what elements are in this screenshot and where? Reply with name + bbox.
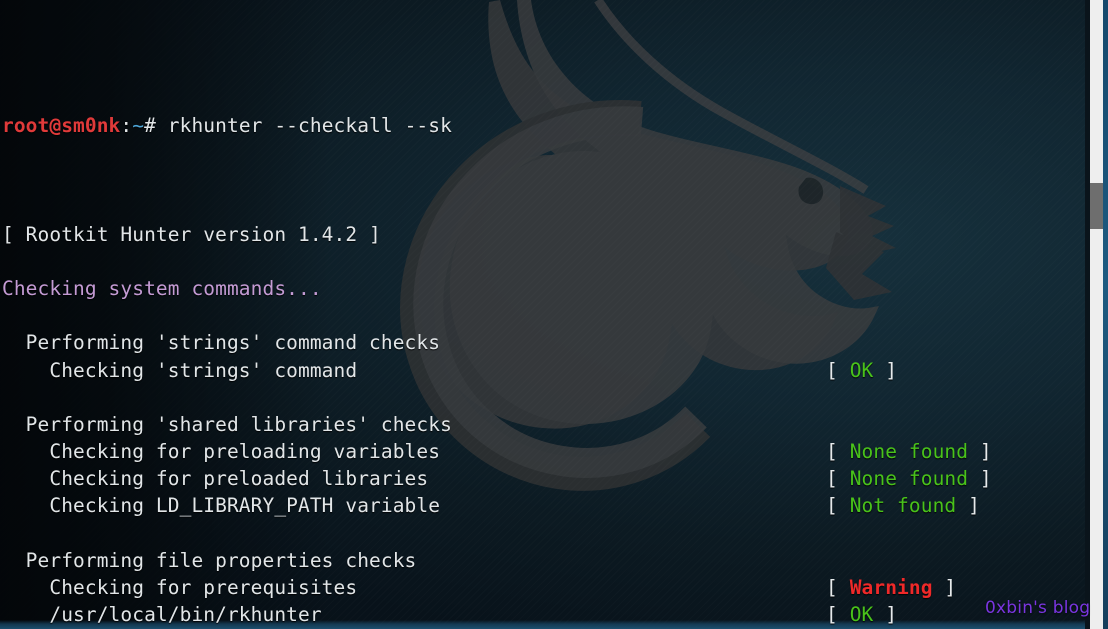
check-prerequisites: Checking for prerequisites bbox=[2, 576, 358, 600]
output-line: Performing file properties checks bbox=[0, 547, 1085, 574]
vertical-scrollbar[interactable] bbox=[1085, 0, 1108, 629]
status-bracket-close: ] bbox=[932, 576, 957, 600]
status-value: Warning bbox=[849, 576, 933, 600]
output-line: Checking LD_LIBRARY_PATH variable [ Not f… bbox=[0, 492, 1085, 519]
output-line: [ Rootkit Hunter version 1.4.2 ] bbox=[0, 221, 1085, 248]
status-bracket-open: [ bbox=[826, 576, 850, 600]
prompt-sigil: # bbox=[144, 113, 156, 137]
file-rkhunter: /usr/local/bin/rkhunter bbox=[2, 603, 322, 627]
terminal-window[interactable]: root@sm0nk:~# rkhunter --checkall --sk [… bbox=[0, 0, 1108, 629]
status-value: OK bbox=[849, 358, 874, 382]
check-ld-library-path: Checking LD_LIBRARY_PATH variable bbox=[2, 494, 441, 518]
scrollbar-edge bbox=[1103, 0, 1108, 629]
status-bracket-close: ] bbox=[956, 494, 980, 518]
section-system-commands: Checking system commands... bbox=[2, 276, 322, 300]
output-line: Checking for preloading variables [ None … bbox=[0, 438, 1085, 465]
status-badge: [ None found ] bbox=[826, 438, 992, 465]
status-bracket-close: ] bbox=[873, 603, 898, 627]
prompt-colon: : bbox=[120, 113, 133, 137]
status-bracket-open: [ bbox=[826, 440, 850, 464]
prompt-path: ~ bbox=[132, 113, 145, 137]
output-rows: [ Rootkit Hunter version 1.4.2 ] Checking… bbox=[0, 221, 1085, 629]
check-strings: Checking 'strings' command bbox=[2, 358, 358, 382]
status-value: None found bbox=[849, 440, 969, 464]
status-value: None found bbox=[849, 467, 969, 491]
perform-shared-libraries: Performing 'shared libraries' checks bbox=[2, 412, 452, 436]
status-badge: [ OK ] bbox=[826, 601, 897, 628]
version-banner: [ Rootkit Hunter version 1.4.2 ] bbox=[2, 222, 381, 246]
prompt-text: root@sm0nk:~# rkhunter --checkall --sk bbox=[2, 112, 452, 139]
output-line: Checking for preloaded libraries [ None f… bbox=[0, 465, 1085, 492]
status-bracket-open: [ bbox=[826, 467, 850, 491]
status-badge: [ Warning ] bbox=[826, 574, 956, 601]
output-line: Performing 'strings' command checks bbox=[0, 329, 1085, 356]
perform-file-properties: Performing file properties checks bbox=[2, 548, 417, 572]
status-bracket-close: ] bbox=[873, 358, 898, 382]
blog-watermark: 0xbin's blog bbox=[985, 598, 1091, 618]
check-preloading-variables: Checking for preloading variables bbox=[2, 440, 441, 464]
status-badge: [ Not found ] bbox=[826, 492, 980, 519]
status-value: OK bbox=[849, 603, 874, 627]
check-preloaded-libraries: Checking for preloaded libraries bbox=[2, 467, 429, 491]
output-line: Checking system commands... bbox=[0, 275, 1085, 302]
status-bracket-open: [ bbox=[826, 603, 850, 627]
prompt-user-host: root@sm0nk bbox=[2, 113, 121, 137]
output-line: Performing 'shared libraries' checks bbox=[0, 411, 1085, 438]
status-badge: [ OK ] bbox=[826, 357, 897, 384]
status-bracket-open: [ bbox=[826, 494, 850, 518]
output-line: Checking 'strings' command [ OK ] bbox=[0, 357, 1085, 384]
terminal-output[interactable]: root@sm0nk:~# rkhunter --checkall --sk [… bbox=[0, 0, 1085, 629]
prompt-line: root@sm0nk:~# rkhunter --checkall --sk bbox=[0, 112, 1085, 139]
perform-strings: Performing 'strings' command checks bbox=[2, 331, 441, 355]
output-line: Checking for prerequisites [ Warning ] bbox=[0, 574, 1085, 601]
status-bracket-close: ] bbox=[968, 467, 992, 491]
status-badge: [ None found ] bbox=[826, 465, 992, 492]
status-value: Not found bbox=[849, 494, 957, 518]
output-line: /usr/local/bin/rkhunter [ OK ] bbox=[0, 601, 1085, 628]
status-bracket-close: ] bbox=[968, 440, 992, 464]
prompt-command: rkhunter --checkall --sk bbox=[155, 113, 452, 137]
status-bracket-open: [ bbox=[826, 358, 850, 382]
